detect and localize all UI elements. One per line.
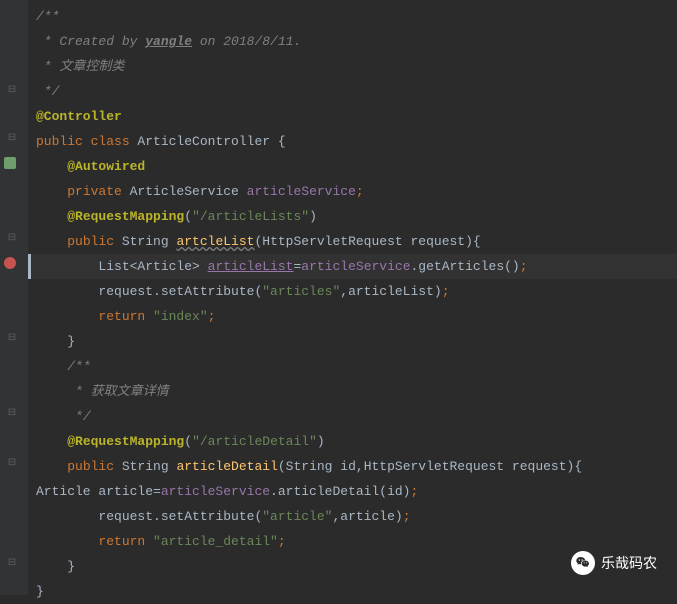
gutter: ⊟ ⊟ ⊟ ⊟ ⊟ ⊟ ⊟ <box>0 0 28 595</box>
code-line: * Created by yangle on 2018/8/11. <box>28 29 677 54</box>
breakpoint-icon[interactable] <box>2 255 18 271</box>
code-line: @Controller <box>28 104 677 129</box>
code-line: public class ArticleController { <box>28 129 677 154</box>
code-line: @RequestMapping("/articleDetail") <box>28 429 677 454</box>
code-line: /** <box>28 354 677 379</box>
code-line: */ <box>28 404 677 429</box>
code-line: Article article=articleService.articleDe… <box>28 479 677 504</box>
impl-marker-icon[interactable] <box>2 155 18 171</box>
watermark-text: 乐哉码农 <box>601 553 657 573</box>
fold-icon[interactable]: ⊟ <box>4 330 20 346</box>
code-line: @Autowired <box>28 154 677 179</box>
code-line: request.setAttribute("articles",articleL… <box>28 279 677 304</box>
code-line: request.setAttribute("article",article); <box>28 504 677 529</box>
fold-icon[interactable]: ⊟ <box>4 405 20 421</box>
code-line: } <box>28 579 677 604</box>
wechat-icon <box>571 551 595 575</box>
fold-icon[interactable]: ⊟ <box>4 230 20 246</box>
code-line: public String articleDetail(String id,Ht… <box>28 454 677 479</box>
code-line: */ <box>28 79 677 104</box>
code-line: return "index"; <box>28 304 677 329</box>
code-line-active: List<Article> articleList=articleService… <box>28 254 677 279</box>
fold-icon[interactable]: ⊟ <box>4 130 20 146</box>
fold-icon[interactable]: ⊟ <box>4 455 20 471</box>
fold-icon[interactable]: ⊟ <box>4 82 20 98</box>
code-line: } <box>28 329 677 354</box>
watermark: 乐哉码农 <box>571 551 657 575</box>
code-line: /** <box>28 4 677 29</box>
code-area[interactable]: /** * Created by yangle on 2018/8/11. * … <box>28 0 677 595</box>
code-editor: ⊟ ⊟ ⊟ ⊟ ⊟ ⊟ ⊟ /** * Created by yangle on… <box>0 0 677 595</box>
code-line: public String artcleList(HttpServletRequ… <box>28 229 677 254</box>
code-line: * 获取文章详情 <box>28 379 677 404</box>
code-line: private ArticleService articleService; <box>28 179 677 204</box>
fold-icon[interactable]: ⊟ <box>4 555 20 571</box>
code-line: @RequestMapping("/articleLists") <box>28 204 677 229</box>
code-line: * 文章控制类 <box>28 54 677 79</box>
